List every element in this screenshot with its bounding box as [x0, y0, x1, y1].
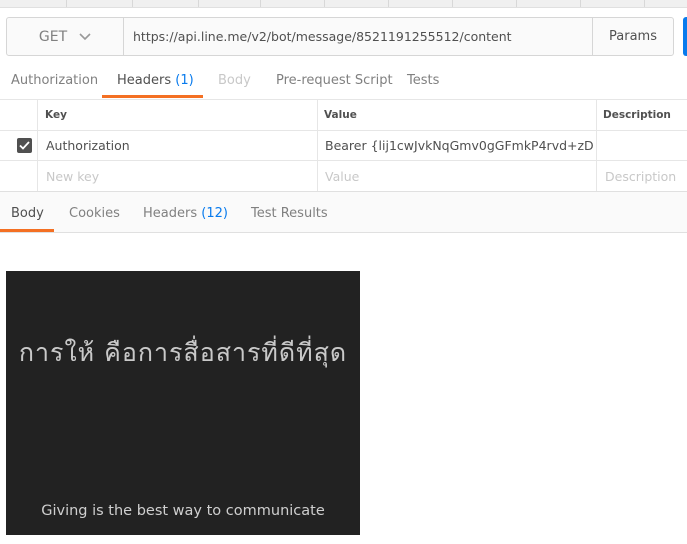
tab-divider: [198, 0, 199, 7]
active-tab-indicator: [0, 229, 54, 232]
image-caption: Giving is the best way to communicate: [41, 503, 325, 519]
tab-label: Headers: [143, 206, 198, 221]
tab-divider: [132, 0, 133, 7]
params-button[interactable]: Params: [592, 18, 673, 55]
checkmark-icon: [17, 138, 32, 153]
tab-divider: [516, 0, 517, 7]
tab-label: Body: [11, 206, 44, 221]
tab-label: Body: [218, 73, 251, 88]
tab-response-body[interactable]: Body: [11, 192, 44, 232]
response-image-preview: การให้ คือการสื่อสารที่ดีที่สุด Giving i…: [6, 271, 360, 535]
tab-divider: [580, 0, 581, 7]
tab-authorization[interactable]: Authorization: [11, 68, 98, 98]
tab-label: Tests: [407, 73, 440, 88]
active-tab-indicator: [102, 95, 203, 98]
new-value-input[interactable]: Value: [325, 161, 359, 191]
tab-label: Cookies: [69, 206, 120, 221]
tab-label: Headers: [117, 73, 172, 88]
column-header-key: Key: [45, 109, 67, 121]
send-button[interactable]: [683, 17, 687, 56]
image-thai-text: การให้ คือการสื่อสารที่ดีที่สุด: [18, 338, 348, 367]
table-row-new: New key Value Description: [0, 161, 687, 191]
tab-divider: [324, 0, 325, 7]
tab-test-results[interactable]: Test Results: [251, 192, 328, 232]
method-label: GET: [38, 28, 68, 45]
tab-divider: [452, 0, 453, 7]
header-value-field[interactable]: Bearer {lij1cwJvkNqGmv0gGFmkP4rvd+zD5m…: [325, 131, 593, 160]
new-key-input[interactable]: New key: [46, 161, 99, 191]
header-key-field[interactable]: Authorization: [46, 131, 130, 160]
chevron-down-icon: [79, 32, 91, 40]
response-tabs: Body Cookies Headers (12) Test Results: [0, 191, 687, 233]
tab-body[interactable]: Body: [218, 68, 251, 98]
row-enable-checkbox[interactable]: [17, 131, 32, 160]
tab-divider: [644, 0, 645, 7]
top-tab-strip: [0, 0, 687, 8]
tab-tests[interactable]: Tests: [407, 68, 439, 98]
tab-response-cookies[interactable]: Cookies: [69, 192, 120, 232]
tab-label: Authorization: [11, 73, 99, 88]
response-headers-count-badge: (12): [201, 206, 228, 221]
tab-headers[interactable]: Headers (1): [117, 68, 194, 98]
table-row: Authorization Bearer {lij1cwJvkNqGmv0gGF…: [0, 131, 687, 161]
tab-label: Test Results: [251, 206, 328, 221]
tab-label: Pre-request Script: [276, 73, 393, 88]
tab-divider: [388, 0, 389, 7]
method-select[interactable]: GET: [7, 18, 124, 55]
tab-response-headers[interactable]: Headers (12): [143, 192, 228, 232]
column-header-value: Value: [324, 109, 357, 121]
headers-count-badge: (1): [175, 73, 194, 88]
request-tabs: Authorization Headers (1) Body Pre-reque…: [0, 68, 687, 98]
new-description-input[interactable]: Description: [605, 161, 676, 191]
tab-prerequest-script[interactable]: Pre-request Script: [276, 68, 393, 98]
tab-divider: [66, 0, 67, 7]
url-input[interactable]: https://api.line.me/v2/bot/message/85211…: [133, 18, 512, 55]
table-header-row: Key Value Description: [0, 99, 687, 131]
column-header-description: Description: [603, 109, 671, 121]
request-bar: GET https://api.line.me/v2/bot/message/8…: [6, 17, 674, 56]
tab-divider: [260, 0, 261, 7]
